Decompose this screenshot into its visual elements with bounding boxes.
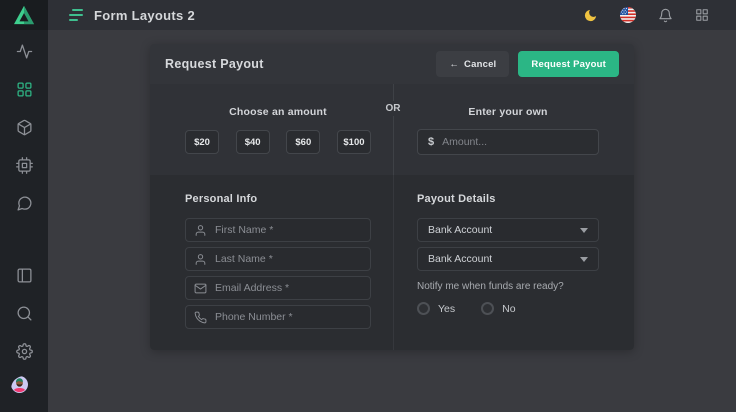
first-name-input[interactable] — [215, 224, 362, 236]
vertical-divider — [393, 175, 394, 350]
phone-field — [185, 305, 371, 329]
or-label: OR — [380, 101, 407, 116]
search-icon — [16, 305, 33, 322]
radio-yes-label: Yes — [438, 303, 455, 315]
sidebar-item-settings[interactable] — [0, 332, 48, 370]
amount-section: Choose an amount $20 $40 $60 $100 OR Ent… — [150, 84, 634, 175]
last-name-input[interactable] — [215, 253, 362, 265]
email-field — [185, 276, 371, 300]
main-area: Form Layouts 2 — [48, 0, 736, 412]
request-payout-card: Request Payout ← Cancel Request Payout Ch… — [150, 44, 634, 350]
details-section: Personal Info — [150, 175, 634, 350]
sidebar-item-messages[interactable] — [0, 184, 48, 222]
radio-no-label: No — [502, 303, 515, 315]
person-icon — [194, 253, 207, 266]
apps-menu-button[interactable] — [695, 8, 709, 22]
notifications-button[interactable] — [658, 8, 673, 23]
triangle-logo-icon — [13, 5, 35, 25]
vertical-divider — [393, 84, 394, 175]
amount-button-20[interactable]: $20 — [185, 130, 219, 154]
us-flag-icon — [620, 7, 636, 23]
card-header: Request Payout ← Cancel Request Payout — [150, 44, 634, 84]
topbar: Form Layouts 2 — [48, 0, 736, 30]
select-value: Bank Account — [428, 253, 492, 265]
language-selector[interactable] — [620, 7, 636, 23]
user-avatar — [11, 376, 37, 402]
person-icon — [194, 224, 207, 237]
choose-amount-group: Choose an amount $20 $40 $60 $100 — [150, 106, 393, 175]
grid-menu-icon — [695, 8, 709, 22]
cancel-button[interactable]: ← Cancel — [436, 51, 509, 77]
custom-amount-input[interactable] — [442, 136, 588, 148]
card-actions: ← Cancel Request Payout — [436, 51, 619, 77]
select-value: Bank Account — [428, 224, 492, 236]
topbar-actions — [583, 7, 709, 23]
sidebar-item-panel-toggle[interactable] — [0, 256, 48, 294]
grid-icon — [16, 81, 33, 98]
notify-question: Notify me when funds are ready? — [417, 281, 599, 292]
payout-details-group: Payout Details Bank Account Bank Account… — [393, 193, 634, 350]
phone-input[interactable] — [215, 311, 362, 323]
layout-panel-icon — [16, 267, 33, 284]
sidebar-nav-top — [0, 32, 48, 222]
radio-no[interactable]: No — [481, 302, 515, 315]
sidebar-item-search[interactable] — [0, 294, 48, 332]
amount-button-60[interactable]: $60 — [286, 130, 320, 154]
app-logo[interactable] — [0, 0, 48, 30]
cancel-label: Cancel — [464, 59, 496, 70]
sidebar-item-layouts[interactable] — [0, 70, 48, 108]
radio-circle-icon — [417, 302, 430, 315]
page-title: Form Layouts 2 — [94, 8, 195, 23]
first-name-field — [185, 218, 371, 242]
notify-radio-group: Yes No — [417, 302, 599, 315]
theme-toggle[interactable] — [583, 8, 598, 23]
sidebar-nav-bottom — [0, 256, 48, 412]
enter-own-label: Enter your own — [417, 106, 599, 118]
chat-bubble-icon — [16, 195, 33, 212]
payout-details-heading: Payout Details — [417, 193, 599, 205]
radio-yes[interactable]: Yes — [417, 302, 455, 315]
radio-circle-icon — [481, 302, 494, 315]
enter-own-group: Enter your own $ — [393, 106, 634, 175]
sidebar-item-profile[interactable] — [0, 370, 48, 408]
cube-icon — [16, 119, 33, 136]
bell-icon — [658, 8, 673, 23]
amount-button-40[interactable]: $40 — [236, 130, 270, 154]
sidebar-item-activity[interactable] — [0, 32, 48, 70]
last-name-field — [185, 247, 371, 271]
amount-buttons: $20 $40 $60 $100 — [185, 130, 371, 154]
email-input[interactable] — [215, 282, 362, 294]
app-window: Form Layouts 2 — [0, 0, 736, 412]
personal-info-heading: Personal Info — [185, 193, 371, 205]
chevron-down-icon — [580, 257, 588, 262]
chevron-down-icon — [580, 228, 588, 233]
dollar-icon: $ — [428, 136, 434, 148]
moon-icon — [583, 8, 598, 23]
back-arrow-icon: ← — [449, 59, 459, 70]
activity-icon — [16, 43, 33, 60]
mail-icon — [194, 282, 207, 295]
card-title: Request Payout — [165, 57, 264, 71]
request-payout-button[interactable]: Request Payout — [518, 51, 619, 77]
personal-info-group: Personal Info — [150, 193, 393, 350]
custom-amount-field: $ — [417, 129, 599, 155]
content-area: Request Payout ← Cancel Request Payout Ch… — [48, 30, 736, 412]
choose-amount-label: Choose an amount — [185, 106, 371, 118]
phone-icon — [194, 311, 207, 324]
gear-icon — [16, 343, 33, 360]
sidebar-item-hardware[interactable] — [0, 146, 48, 184]
bank-account-select-2[interactable]: Bank Account — [417, 247, 599, 271]
sidebar — [0, 0, 48, 412]
bank-account-select-1[interactable]: Bank Account — [417, 218, 599, 242]
sidebar-item-components[interactable] — [0, 108, 48, 146]
cpu-icon — [16, 157, 33, 174]
menu-icon[interactable] — [69, 9, 83, 21]
amount-button-100[interactable]: $100 — [337, 130, 371, 154]
